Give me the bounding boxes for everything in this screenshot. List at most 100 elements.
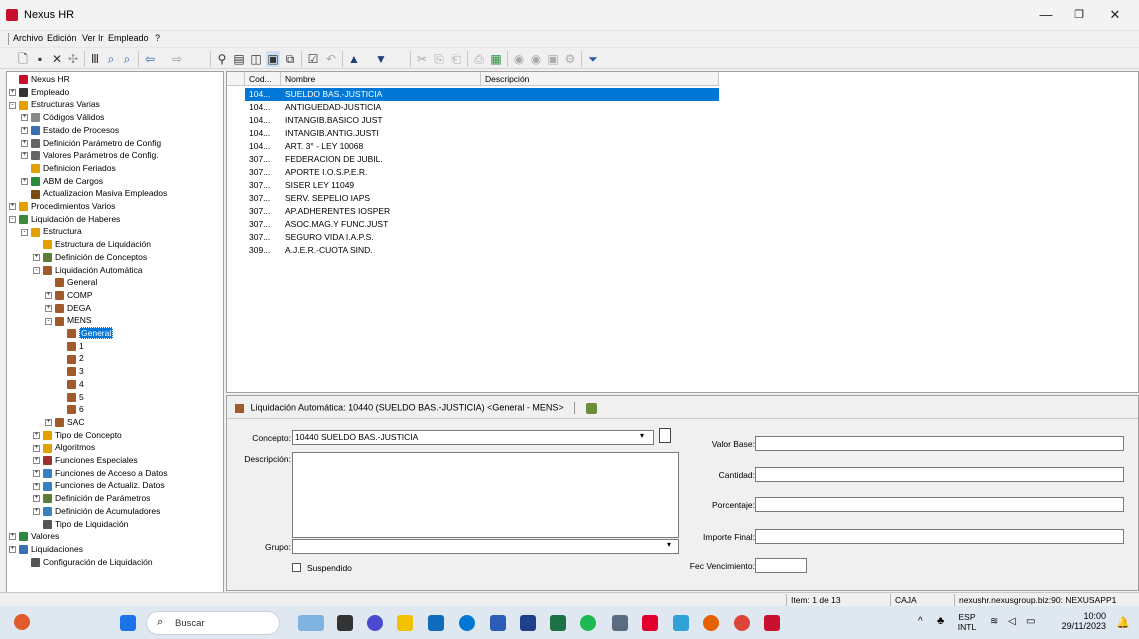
table-row[interactable]: 307... SERV. SEPELIO IAPS <box>227 192 1139 205</box>
tree-node[interactable]: Estructura de Liquidación <box>33 239 151 250</box>
tree-node[interactable]: 1 <box>57 341 84 352</box>
tree-node[interactable]: + Definición de Conceptos <box>33 252 147 263</box>
table-row[interactable]: 104... SUELDO BAS.-JUSTICIA <box>227 88 1139 101</box>
tree-node[interactable]: + Algoritmos <box>33 442 95 453</box>
tree-node[interactable]: 5 <box>57 392 84 403</box>
weather-icon[interactable] <box>14 614 30 630</box>
tree-node[interactable]: - Liquidación Automática <box>33 265 142 276</box>
expand-icon[interactable]: + <box>45 304 52 312</box>
firefox-icon[interactable] <box>703 615 719 631</box>
table-row[interactable]: 307... SEGURO VIDA I.A.P.S. <box>227 231 1139 244</box>
undo-icon[interactable]: ↶ <box>324 51 338 67</box>
tree-node[interactable]: 2 <box>57 353 84 364</box>
menu-archivo[interactable]: Archivo <box>13 33 43 43</box>
tree-node[interactable]: + Procedimientos Varios <box>9 201 115 212</box>
cut-icon[interactable]: ✂ <box>415 51 429 67</box>
chevron-down-icon[interactable]: ▾ <box>640 431 644 440</box>
tree-node[interactable]: General <box>57 327 114 339</box>
expand-icon[interactable]: + <box>33 457 40 465</box>
tree-node[interactable]: + COMP <box>45 290 93 301</box>
menu-empleado[interactable]: Empleado <box>108 33 149 43</box>
app-tray-icon[interactable]: ♣ <box>937 615 944 627</box>
tree-node[interactable]: - MENS <box>45 315 92 326</box>
tree-node[interactable]: + Estado de Procesos <box>21 125 119 136</box>
tree-node[interactable]: + Valores <box>9 531 59 542</box>
print-icon[interactable]: ⎙ <box>472 51 486 67</box>
fec-vencimiento-input[interactable] <box>755 558 807 573</box>
filter-icon[interactable]: ⏷ <box>586 51 600 67</box>
collapse-icon[interactable]: - <box>21 228 28 236</box>
table-row[interactable]: 104... INTANGIB.BASICO JUST <box>227 114 1139 127</box>
menu-ir[interactable]: Ir <box>98 33 104 43</box>
up-icon[interactable]: ▲ <box>347 51 361 67</box>
store-icon[interactable] <box>520 615 536 631</box>
col-header-descripcion[interactable]: Descripción <box>481 72 719 86</box>
edit-icon[interactable] <box>585 402 597 414</box>
forward-icon[interactable]: ⇨ <box>170 51 184 67</box>
language-indicator[interactable]: ESP INTL <box>956 612 978 632</box>
clock[interactable]: 10:00 29/11/2023 <box>1050 611 1106 631</box>
close-button[interactable]: ✕ <box>1099 4 1131 26</box>
col-header-cod[interactable]: Cod... <box>245 72 281 86</box>
tree-node[interactable]: + Funciones Especiales <box>33 455 138 466</box>
outlook-icon[interactable] <box>428 615 444 631</box>
collapse-icon[interactable]: - <box>9 101 16 109</box>
tree-node[interactable]: + Liquidaciones <box>9 544 83 555</box>
chrome-icon[interactable] <box>734 615 750 631</box>
tree-node[interactable]: - Estructura <box>21 226 82 237</box>
new-icon[interactable]: 🗋 <box>16 51 30 67</box>
tree-node[interactable]: Definicion Feriados <box>21 163 116 174</box>
suspendido-checkbox[interactable] <box>292 563 301 572</box>
expand-icon[interactable]: + <box>45 292 52 300</box>
descripcion-textarea[interactable] <box>292 452 679 538</box>
expand-icon[interactable]: + <box>33 254 40 262</box>
find-icon[interactable]: ⌕ <box>120 51 134 67</box>
spotify-icon[interactable] <box>580 615 596 631</box>
table-row[interactable]: 309... A.J.E.R.-CUOTA SIND. <box>227 244 1139 257</box>
export-icon[interactable]: ▣ <box>546 51 560 67</box>
expand-icon[interactable]: + <box>21 177 28 185</box>
down-icon[interactable]: ▼ <box>374 51 388 67</box>
save-icon[interactable]: ▪ <box>33 51 47 67</box>
pin-icon[interactable]: ⚲ <box>215 51 229 67</box>
calculator-icon[interactable] <box>612 615 628 631</box>
collapse-icon[interactable]: - <box>33 266 40 274</box>
cantidad-input[interactable] <box>755 467 1124 482</box>
back-icon[interactable]: ⇦ <box>143 51 157 67</box>
settings-icon[interactable]: ⚙ <box>563 51 577 67</box>
word-icon[interactable] <box>490 615 506 631</box>
tree-node[interactable]: + Definición de Acumuladores <box>33 506 160 517</box>
taskbar-search[interactable]: ⌕ Buscar <box>146 611 280 635</box>
app-icon-a[interactable] <box>673 615 689 631</box>
columns-icon[interactable]: Ⅲ <box>88 51 102 67</box>
copy-icon[interactable]: ⧉ <box>283 51 297 67</box>
nexus-hr-icon[interactable] <box>764 615 780 631</box>
table-row[interactable]: 104... ANTIGUEDAD-JUSTICIA <box>227 101 1139 114</box>
check-icon[interactable]: ☑ <box>306 51 320 67</box>
expand-icon[interactable]: + <box>21 139 28 147</box>
wifi-icon[interactable]: ≋ <box>990 616 998 627</box>
volume-icon[interactable]: ◁ <box>1008 616 1016 627</box>
expand-icon[interactable]: + <box>33 431 40 439</box>
expand-icon[interactable]: + <box>21 152 28 160</box>
tree-node[interactable]: 6 <box>57 404 84 415</box>
tree-node[interactable]: Nexus HR <box>9 74 70 85</box>
run-icon[interactable]: ◉ <box>512 51 526 67</box>
battery-icon[interactable]: ▭ <box>1026 616 1035 627</box>
tree-node[interactable]: General <box>45 277 97 288</box>
start-icon[interactable] <box>120 615 136 631</box>
table-row[interactable]: 307... SISER LEY 11049 <box>227 179 1139 192</box>
tree-node[interactable]: + SAC <box>45 417 84 428</box>
expand-icon[interactable]: + <box>45 419 52 427</box>
edge-icon[interactable] <box>459 615 475 631</box>
copilot-icon[interactable] <box>367 615 383 631</box>
tree-node[interactable]: 3 <box>57 366 84 377</box>
expand-icon[interactable]: + <box>9 533 16 541</box>
navigation-tree[interactable]: Nexus HR + Empleado - Estructuras Varias + Cód… <box>6 71 224 593</box>
table-row[interactable]: 307... APORTE I.O.S.P.E.R. <box>227 166 1139 179</box>
importe-final-input[interactable] <box>755 529 1124 544</box>
tree-node[interactable]: + Definición de Parámetros <box>33 493 150 504</box>
expand-icon[interactable]: + <box>33 508 40 516</box>
widgets-icon[interactable] <box>298 615 324 631</box>
tree-node[interactable]: Configuración de Liquidación <box>21 557 153 568</box>
